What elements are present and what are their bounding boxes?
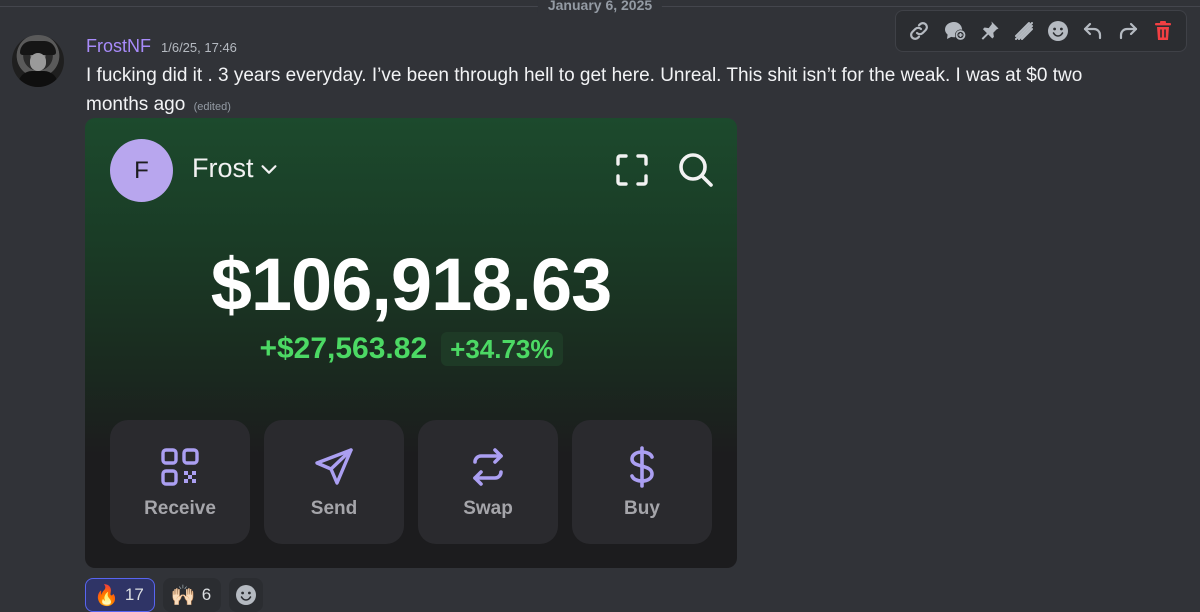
reaction-count: 6 — [201, 585, 212, 604]
receive-label: Receive — [144, 498, 216, 519]
send-icon — [315, 448, 353, 485]
chevron-down-icon — [260, 164, 277, 174]
fire-emoji: 🔥 — [94, 584, 119, 607]
reply-icon[interactable] — [1079, 17, 1107, 45]
username[interactable]: FrostNF — [86, 36, 151, 57]
receive-tile: Receive — [110, 420, 250, 544]
reaction-fire[interactable]: 🔥 17 — [85, 578, 155, 612]
reaction-count: 17 — [124, 585, 144, 604]
change-percent: +34.73% — [441, 332, 563, 366]
swap-icon — [473, 448, 503, 486]
send-label: Send — [310, 498, 358, 519]
message-header: FrostNF 1/6/25, 17:46 — [86, 36, 237, 58]
create-thread-icon[interactable] — [940, 17, 968, 45]
message-content: I fucking did it . 3 years everyday. I’v… — [86, 61, 1146, 122]
delete-icon[interactable] — [1149, 17, 1177, 45]
message-text: I fucking did it . 3 years everyday. I’v… — [86, 65, 1083, 115]
balance-change: +$27,563.82 +34.73% — [85, 332, 737, 366]
smiley-plus-icon — [236, 585, 257, 605]
account-name: Frost — [192, 153, 254, 183]
raised-hands-emoji: 🙌🏻 — [170, 584, 196, 607]
reactions-row: 🔥 17 🙌🏻 6 — [85, 578, 264, 612]
link-icon[interactable] — [905, 17, 933, 45]
swap-tile: Swap — [418, 420, 558, 544]
edited-label: (edited) — [193, 101, 231, 113]
add-reaction-button[interactable] — [229, 578, 264, 612]
wallet-balance: $106,918.63 — [210, 243, 613, 326]
swap-label: Swap — [463, 498, 513, 519]
pin-icon[interactable] — [975, 17, 1003, 45]
user-avatar[interactable] — [12, 35, 64, 87]
change-amount: +$27,563.82 — [259, 332, 428, 365]
dollar-icon — [630, 446, 654, 488]
divider-date: January 6, 2025 — [537, 0, 663, 13]
super-reaction-icon[interactable] — [1010, 17, 1038, 45]
message-timestamp[interactable]: 1/6/25, 17:46 — [161, 40, 237, 55]
message-action-bar — [895, 10, 1187, 52]
buy-label: Buy — [624, 498, 660, 519]
reaction-raised-hands[interactable]: 🙌🏻 6 — [162, 578, 222, 612]
scan-icon — [616, 154, 648, 186]
buy-tile: Buy — [572, 420, 712, 544]
qr-code-icon — [161, 448, 199, 486]
search-icon — [679, 153, 713, 187]
wallet-actions: Receive Send Swap Buy — [110, 420, 712, 544]
account-selector: Frost — [192, 153, 280, 184]
forward-icon[interactable] — [1114, 17, 1142, 45]
send-tile: Send — [264, 420, 404, 544]
image-attachment[interactable]: F Frost $106,918.63 +$27,563.82 +34.73% … — [85, 118, 737, 568]
add-reaction-icon[interactable] — [1044, 17, 1072, 45]
wallet-avatar: F — [110, 139, 173, 202]
